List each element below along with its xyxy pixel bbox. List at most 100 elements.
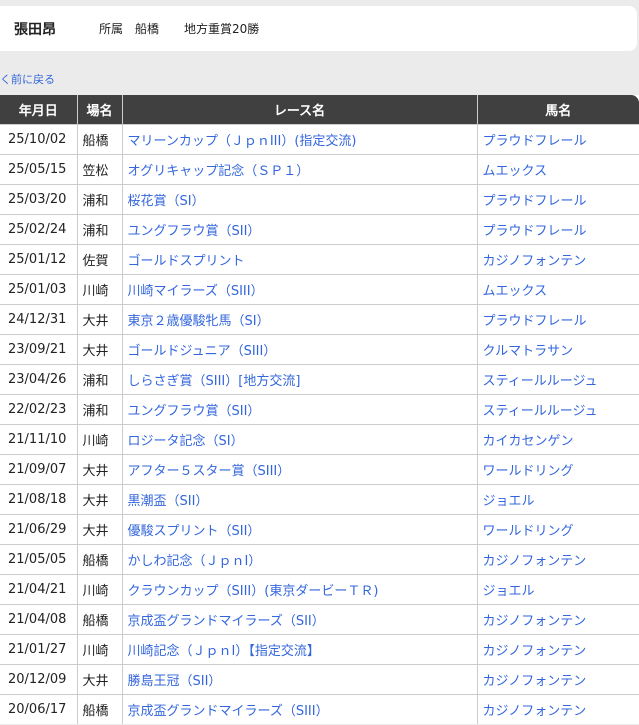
- race-link[interactable]: ロジータ記念（SI）: [121, 423, 477, 454]
- horse-link[interactable]: ムエックス: [476, 153, 639, 184]
- date-cell: 21/01/27: [0, 633, 77, 664]
- venue-cell: 川崎: [76, 633, 122, 664]
- horse-link[interactable]: スティールルージュ: [476, 393, 639, 424]
- date-cell: 23/04/26: [0, 363, 77, 394]
- horse-link[interactable]: プラウドフレール: [476, 123, 639, 154]
- horse-link[interactable]: カジノフォンテン: [476, 543, 639, 574]
- horse-link[interactable]: カジノフォンテン: [476, 603, 639, 634]
- table-header: 年月日 場名 レース名 馬名: [0, 95, 639, 124]
- table-row: 20/12/09 大井 勝島王冠（SII） カジノフォンテン: [0, 663, 639, 694]
- venue-cell: 船橋: [76, 693, 122, 724]
- venue-cell: 川崎: [76, 273, 122, 304]
- race-link[interactable]: ユングフラウ賞（SII）: [121, 393, 477, 424]
- horse-link[interactable]: ジョエル: [476, 573, 639, 604]
- venue-cell: 大井: [76, 333, 122, 364]
- horse-link[interactable]: クルマトラサン: [476, 333, 639, 364]
- date-cell: 21/08/18: [0, 483, 77, 514]
- date-cell: 25/01/03: [0, 273, 77, 304]
- table-row: 25/03/20 浦和 桜花賞（SI） プラウドフレール: [0, 183, 639, 214]
- horse-link[interactable]: プラウドフレール: [476, 213, 639, 244]
- date-cell: 21/06/29: [0, 513, 77, 544]
- horse-link[interactable]: ジョエル: [476, 483, 639, 514]
- date-cell: 21/04/21: [0, 573, 77, 604]
- race-link[interactable]: 川崎マイラーズ（SIII）: [121, 273, 477, 304]
- horse-link[interactable]: プラウドフレール: [476, 303, 639, 334]
- header-venue: 場名: [76, 95, 122, 124]
- race-link[interactable]: マリーンカップ（ＪｐｎIII）(指定交流): [121, 123, 477, 154]
- race-link[interactable]: 京成盃グランドマイラーズ（SII）: [121, 603, 477, 634]
- race-link[interactable]: しらさぎ賞（SIII）[地方交流]: [121, 363, 477, 394]
- race-link[interactable]: アフター５スター賞（SIII）: [121, 453, 477, 484]
- horse-link[interactable]: カジノフォンテン: [476, 693, 639, 724]
- date-cell: 24/12/31: [0, 303, 77, 334]
- jockey-affiliation: 所属 船橋: [99, 22, 160, 36]
- race-link[interactable]: オグリキャップ記念（ＳＰ１）: [121, 153, 477, 184]
- venue-cell: 大井: [76, 483, 122, 514]
- date-cell: 20/12/09: [0, 663, 77, 694]
- horse-link[interactable]: プラウドフレール: [476, 183, 639, 214]
- date-cell: 21/05/05: [0, 543, 77, 574]
- venue-cell: 佐賀: [76, 243, 122, 274]
- table-row: 21/01/27 川崎 川崎記念（ＪｐｎI）【指定交流】 カジノフォンテン: [0, 633, 639, 664]
- horse-link[interactable]: カジノフォンテン: [476, 663, 639, 694]
- date-cell: 25/02/24: [0, 213, 77, 244]
- table-row: 21/09/07 大井 アフター５スター賞（SIII） ワールドリング: [0, 453, 639, 484]
- horse-link[interactable]: ワールドリング: [476, 453, 639, 484]
- venue-cell: 船橋: [76, 603, 122, 634]
- race-link[interactable]: 優駿スプリント（SII）: [121, 513, 477, 544]
- table-row: 23/09/21 大井 ゴールドジュニア（SIII） クルマトラサン: [0, 333, 639, 364]
- race-link[interactable]: ユングフラウ賞（SII）: [121, 213, 477, 244]
- horse-link[interactable]: カジノフォンテン: [476, 633, 639, 664]
- table-row: 21/04/21 川崎 クラウンカップ（SIII）(東京ダービーＴＲ) ジョエル: [0, 573, 639, 604]
- table-row: 25/05/15 笠松 オグリキャップ記念（ＳＰ１） ムエックス: [0, 153, 639, 184]
- date-cell: 20/06/17: [0, 693, 77, 724]
- race-link[interactable]: かしわ記念（ＪｐｎI）: [121, 543, 477, 574]
- venue-cell: 川崎: [76, 423, 122, 454]
- date-cell: 21/04/08: [0, 603, 77, 634]
- table-row: 21/05/05 船橋 かしわ記念（ＪｐｎI） カジノフォンテン: [0, 543, 639, 574]
- race-link[interactable]: クラウンカップ（SIII）(東京ダービーＴＲ): [121, 573, 477, 604]
- horse-link[interactable]: ワールドリング: [476, 513, 639, 544]
- results-table: 年月日 場名 レース名 馬名 25/10/02 船橋 マリーンカップ（ＪｐｎIII）…: [0, 95, 639, 724]
- date-cell: 22/02/23: [0, 393, 77, 424]
- venue-cell: 笠松: [76, 153, 122, 184]
- race-link[interactable]: 桜花賞（SI）: [121, 183, 477, 214]
- race-link[interactable]: ゴールドジュニア（SIII）: [121, 333, 477, 364]
- table-row: 21/06/29 大井 優駿スプリント（SII） ワールドリング: [0, 513, 639, 544]
- venue-cell: 浦和: [76, 363, 122, 394]
- table-row: 24/12/31 大井 東京２歳優駿牝馬（SI） プラウドフレール: [0, 303, 639, 334]
- horse-link[interactable]: カジノフォンテン: [476, 243, 639, 274]
- horse-link[interactable]: カイカセンゲン: [476, 423, 639, 454]
- date-cell: 25/10/02: [0, 123, 77, 154]
- date-cell: 25/03/20: [0, 183, 77, 214]
- horse-link[interactable]: ムエックス: [476, 273, 639, 304]
- race-link[interactable]: 黒潮盃（SII）: [121, 483, 477, 514]
- back-link[interactable]: く前に戻る: [0, 71, 55, 87]
- header-date: 年月日: [0, 95, 77, 124]
- header-horse: 馬名: [476, 95, 639, 124]
- venue-cell: 大井: [76, 663, 122, 694]
- venue-cell: 大井: [76, 513, 122, 544]
- race-link[interactable]: 京成盃グランドマイラーズ（SIII）: [121, 693, 477, 724]
- table-row: 25/01/03 川崎 川崎マイラーズ（SIII） ムエックス: [0, 273, 639, 304]
- header-race: レース名: [121, 95, 477, 124]
- jockey-wins: 地方重賞20勝: [184, 22, 260, 36]
- race-link[interactable]: 勝島王冠（SII）: [121, 663, 477, 694]
- race-link[interactable]: ゴールドスプリント: [121, 243, 477, 274]
- jockey-card: 張田昂 所属 船橋 地方重賞20勝: [0, 6, 637, 51]
- race-link[interactable]: 東京２歳優駿牝馬（SI）: [121, 303, 477, 334]
- table-row: 20/06/17 船橋 京成盃グランドマイラーズ（SIII） カジノフォンテン: [0, 693, 639, 724]
- date-cell: 23/09/21: [0, 333, 77, 364]
- horse-link[interactable]: スティールルージュ: [476, 363, 639, 394]
- date-cell: 25/05/15: [0, 153, 77, 184]
- date-cell: 21/09/07: [0, 453, 77, 484]
- venue-cell: 浦和: [76, 393, 122, 424]
- venue-cell: 浦和: [76, 213, 122, 244]
- venue-cell: 船橋: [76, 543, 122, 574]
- jockey-name: 張田昂: [14, 21, 56, 38]
- venue-cell: 大井: [76, 303, 122, 334]
- date-cell: 21/11/10: [0, 423, 77, 454]
- venue-cell: 浦和: [76, 183, 122, 214]
- race-link[interactable]: 川崎記念（ＪｐｎI）【指定交流】: [121, 633, 477, 664]
- table-row: 25/01/12 佐賀 ゴールドスプリント カジノフォンテン: [0, 243, 639, 274]
